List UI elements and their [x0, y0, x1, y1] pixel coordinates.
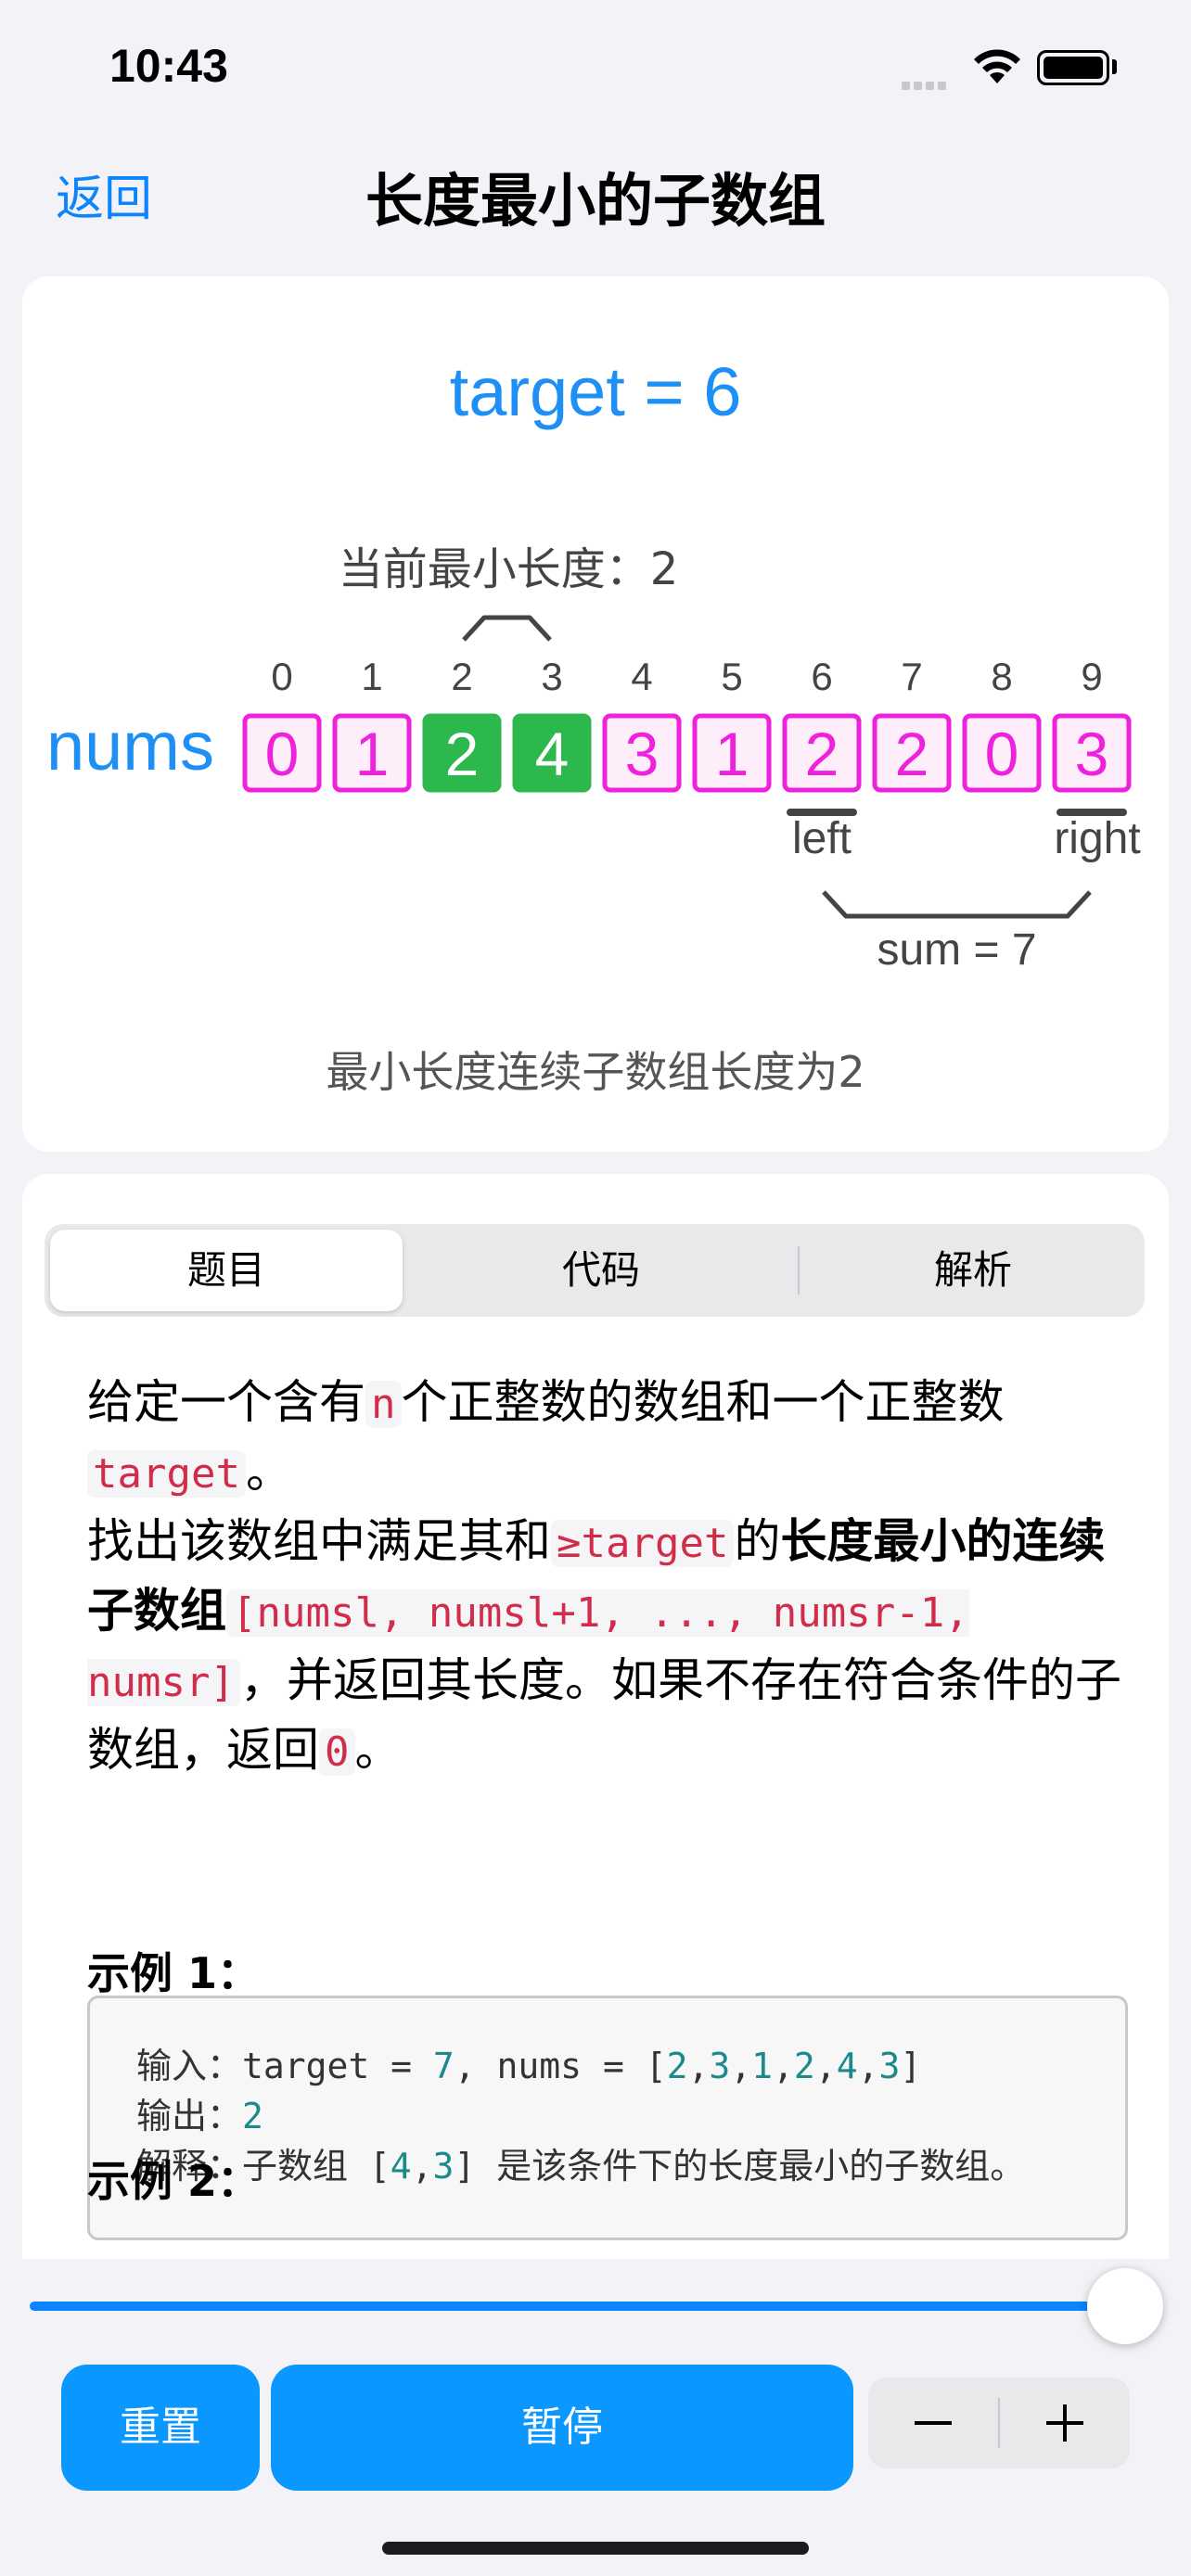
- tab-segmented-control: 题目 代码 解析: [45, 1224, 1145, 1317]
- content-card: 题目 代码 解析 给定一个含有 n 个正整数的数组和一个正整数 target。 找出该…: [22, 1174, 1169, 2259]
- left-pointer-label: left: [792, 814, 852, 863]
- inline-code-condition: ≥target: [551, 1520, 735, 1567]
- page-title: 长度最小的子数组: [365, 167, 826, 235]
- array-index-label: 9: [1081, 655, 1102, 698]
- array-index-label: 0: [271, 655, 292, 698]
- array-label: nums: [46, 708, 214, 784]
- array-visualization: target = 6 当前最小长度：2 nums 001122344351627…: [46, 353, 1141, 1097]
- wifi-icon: [974, 49, 1020, 83]
- problem-description: 给定一个含有 n 个正整数的数组和一个正整数 target。 找出该数组中满足其和 ≥t…: [87, 1369, 1126, 1786]
- inline-code-zero: 0: [319, 1728, 355, 1776]
- tab-divider: [798, 1246, 800, 1294]
- array-index-label: 1: [361, 655, 382, 698]
- reset-button[interactable]: 重置: [61, 2365, 260, 2491]
- status-bar: 10:43: [0, 0, 1191, 130]
- cellular-signal-icon: [902, 76, 950, 94]
- progress-slider-thumb[interactable]: [1087, 2268, 1163, 2344]
- speed-stepper: [868, 2378, 1130, 2468]
- min-length-bracket: [462, 615, 552, 642]
- problem-paragraph-1: 给定一个含有 n 个正整数的数组和一个正整数 target。: [87, 1375, 1005, 1498]
- array-index-label: 6: [811, 655, 832, 698]
- progress-slider-track[interactable]: [30, 2302, 1124, 2311]
- array-cell-value: 1: [355, 720, 390, 788]
- example-1-title: 示例 1：: [87, 1948, 261, 1998]
- array-cell-value: 1: [715, 720, 749, 788]
- array-index-label: 5: [721, 655, 742, 698]
- array-index-label: 2: [451, 655, 472, 698]
- tab-code[interactable]: 代码: [416, 1224, 787, 1317]
- battery-tip: [1112, 59, 1117, 74]
- array-cell-value: 0: [985, 720, 1019, 788]
- target-label: target = 6: [450, 353, 742, 430]
- pause-button[interactable]: 暂停: [271, 2365, 853, 2491]
- right-pointer-label: right: [1054, 814, 1140, 863]
- result-text: 最小长度连续子数组长度为2: [326, 1047, 864, 1097]
- array-cell-value: 2: [895, 720, 929, 788]
- array-cell-value: 4: [535, 720, 570, 788]
- array-index-label: 4: [631, 655, 652, 698]
- array-cell-value: 3: [1075, 720, 1109, 788]
- plus-icon[interactable]: [1000, 2378, 1130, 2468]
- status-time: 10:43: [109, 40, 228, 92]
- tab-problem[interactable]: 题目: [50, 1224, 403, 1317]
- sum-bracket: [822, 890, 1092, 919]
- tab-analysis[interactable]: 解析: [801, 1224, 1145, 1317]
- visualization-card: target = 6 当前最小长度：2 nums 001122344351627…: [22, 276, 1169, 1152]
- array-cell-value: 3: [625, 720, 660, 788]
- battery-icon: [1037, 50, 1109, 85]
- problem-paragraph-2: 找出该数组中满足其和 ≥target 的长度最小的连续子数组 [numsl, nums…: [87, 1514, 1121, 1777]
- minus-icon[interactable]: [868, 2378, 998, 2468]
- home-indicator: [382, 2542, 809, 2555]
- array-index-label: 8: [991, 655, 1012, 698]
- array-cell-value: 2: [805, 720, 839, 788]
- array-cell-value: 0: [265, 720, 300, 788]
- sum-label: sum = 7: [877, 925, 1036, 975]
- inline-code-target: target: [87, 1450, 246, 1498]
- array-index-label: 7: [901, 655, 922, 698]
- array-cell-value: 2: [445, 720, 480, 788]
- inline-code-n: n: [365, 1381, 402, 1428]
- example-2-title: 示例 2：: [87, 2156, 261, 2206]
- min-length-label: 当前最小长度：2: [339, 543, 679, 595]
- array-index-label: 3: [541, 655, 562, 698]
